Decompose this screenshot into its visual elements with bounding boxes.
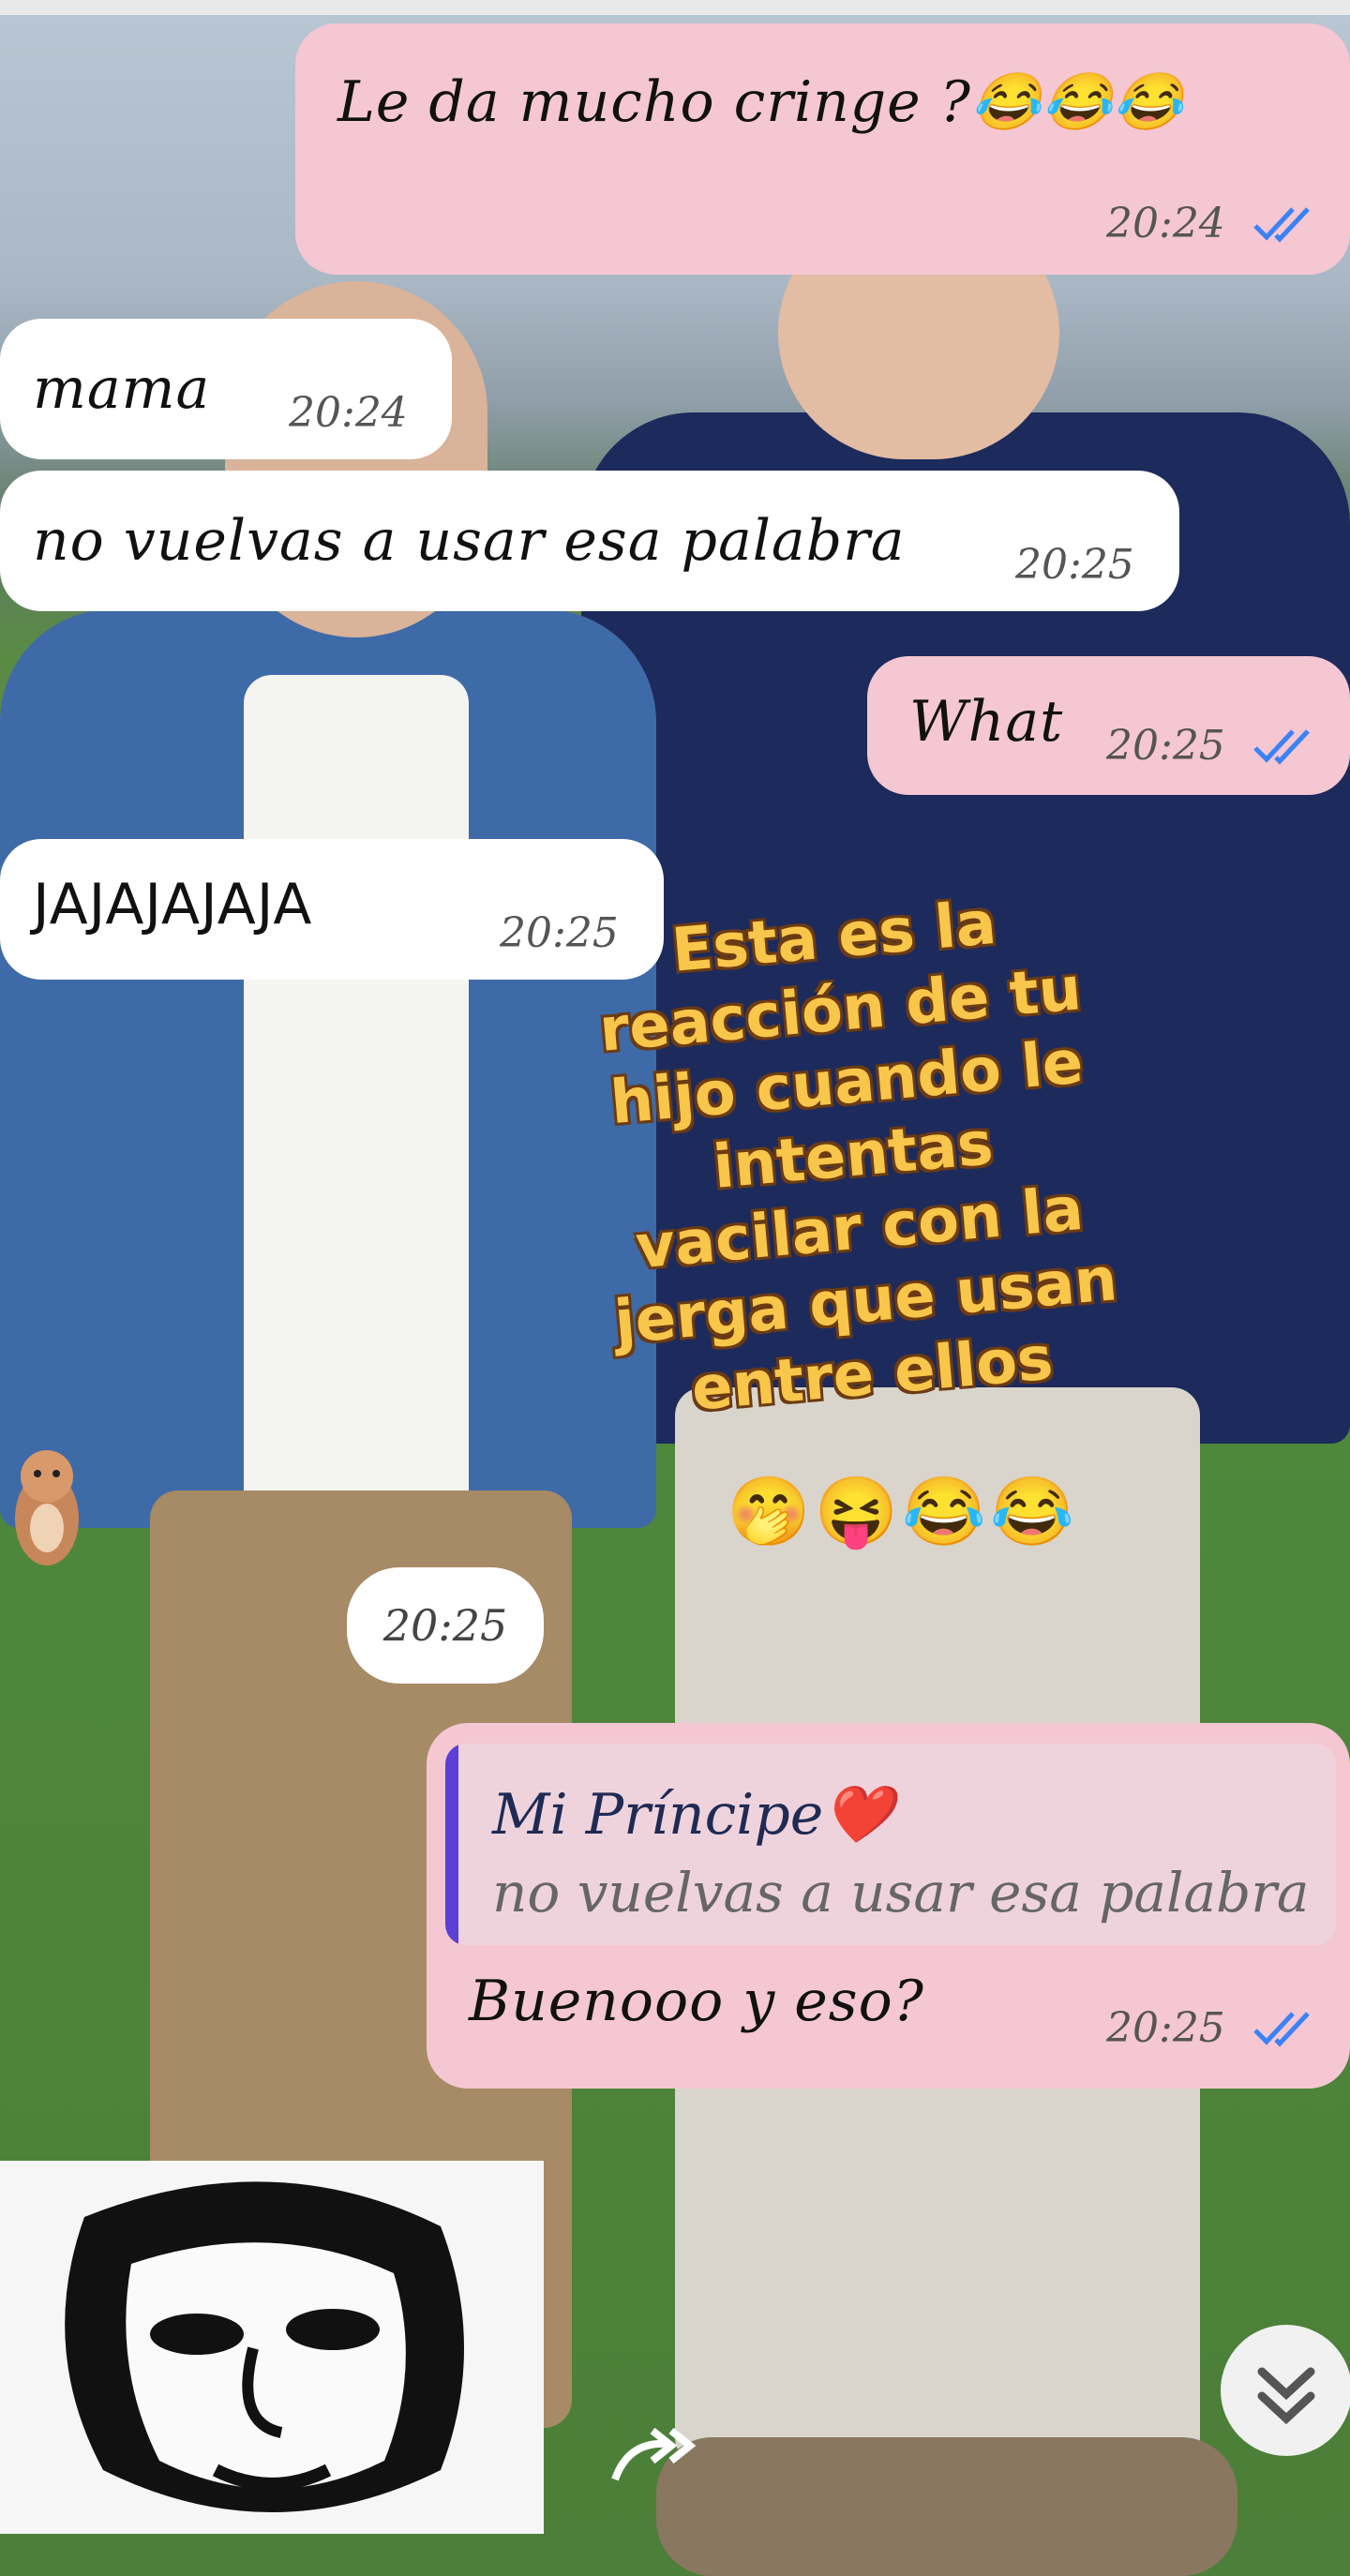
caption-emojis: 🤭😝😂😂 — [727, 1472, 1078, 1550]
message-time: 20:24 — [1106, 200, 1225, 247]
message-time: 20:25 — [1106, 722, 1225, 770]
message-text: no vuelvas a usar esa palabra — [33, 508, 906, 574]
status-bar-strip — [0, 0, 1350, 15]
message-text: mama — [33, 356, 211, 422]
message-incoming[interactable]: no vuelvas a usar esa palabra 20:25 — [0, 471, 1179, 611]
message-outgoing[interactable]: Le da mucho cringe ?😂😂😂 20:24 — [295, 23, 1350, 275]
message-outgoing[interactable]: What 20:25 — [867, 656, 1350, 795]
message-reply-outgoing[interactable]: Mi Príncipe❤️ no vuelvas a usar esa pala… — [427, 1723, 1350, 2089]
message-incoming[interactable]: mama 20:24 — [0, 319, 452, 459]
quoted-message[interactable]: Mi Príncipe❤️ no vuelvas a usar esa pala… — [445, 1744, 1336, 1945]
double-check-icon — [1253, 207, 1310, 243]
message-time: 20:25 — [1015, 541, 1134, 589]
double-check-icon — [1253, 729, 1310, 765]
sneakers — [656, 2437, 1238, 2576]
quoted-text: no vuelvas a usar esa palabra — [492, 1861, 1310, 1925]
message-time: 20:25 — [1106, 2004, 1225, 2052]
chevron-double-down-icon — [1257, 2367, 1315, 2425]
timestamp-chip: 20:25 — [347, 1567, 544, 1684]
video-caption-overlay: Esta es la reacción de tu hijo cuando le… — [596, 888, 1120, 1425]
message-incoming[interactable]: JAJAJAJAJA 20:25 — [0, 839, 664, 980]
message-time: 20:24 — [289, 389, 408, 437]
message-text: JAJAJAJAJA — [33, 872, 313, 937]
message-text: Le da mucho cringe ?😂😂😂 — [338, 69, 1185, 135]
forward-arrow-icon[interactable] — [609, 2423, 703, 2489]
scroll-to-bottom-button[interactable] — [1221, 2325, 1350, 2456]
portrait-image — [0, 2161, 544, 2534]
message-text: What — [909, 689, 1064, 755]
hamster-sticker-icon — [15, 1450, 79, 1565]
face-illustration — [0, 2161, 544, 2534]
double-check-icon — [1253, 2012, 1310, 2047]
person-left-shirt — [244, 675, 469, 1519]
message-text: Buenooo y eso? — [469, 1969, 924, 2034]
quote-accent-bar — [445, 1744, 458, 1945]
quoted-sender-name: Mi Príncipe❤️ — [492, 1782, 893, 1848]
